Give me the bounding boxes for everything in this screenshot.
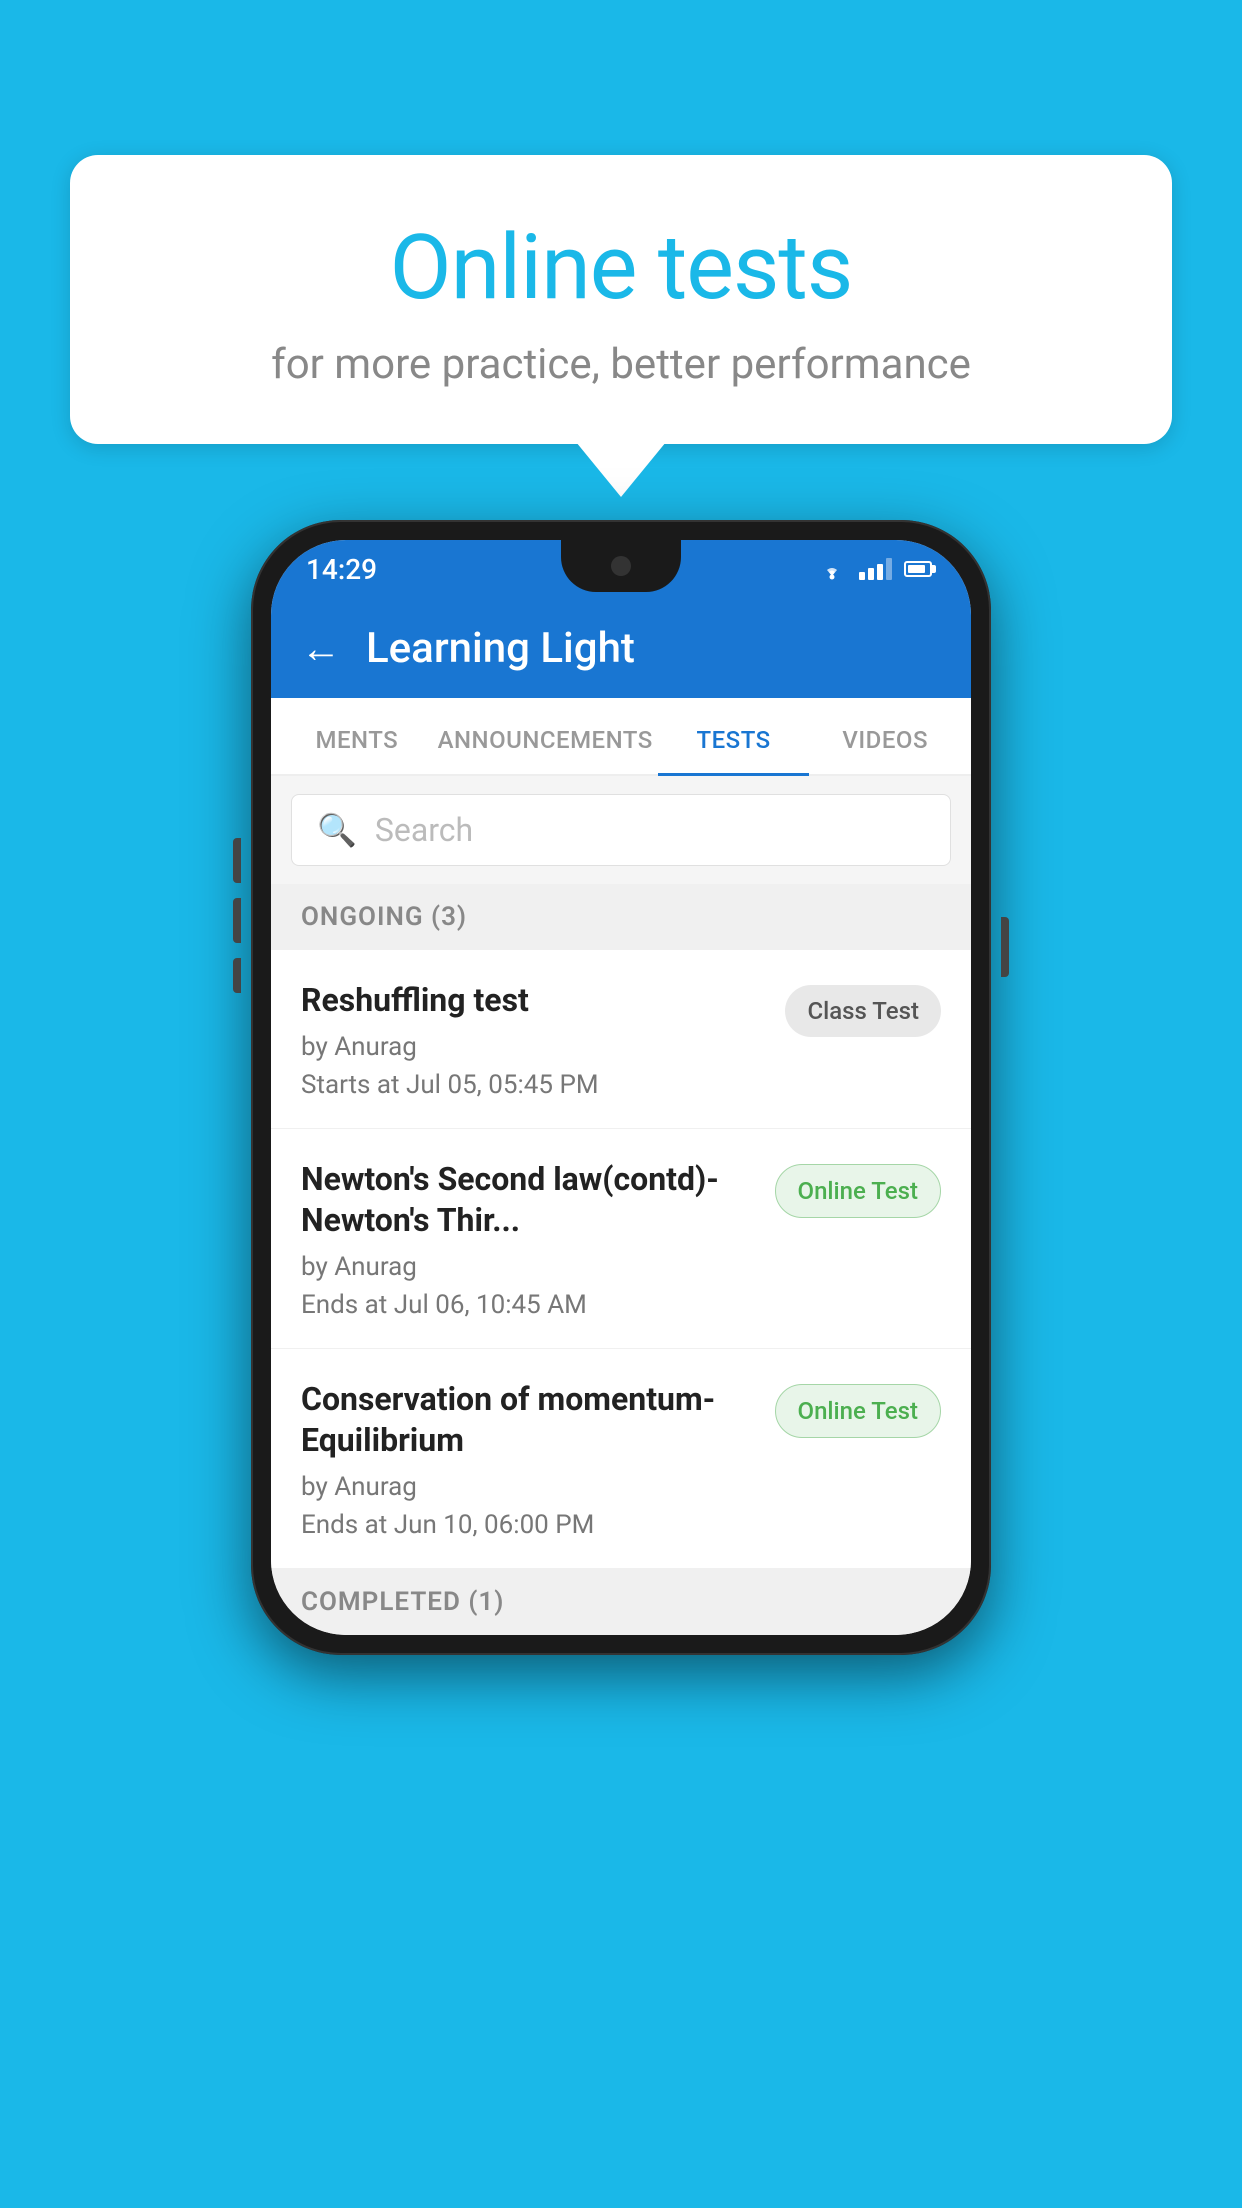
wifi-icon [817,558,847,580]
test-by: by Anurag [301,1032,765,1062]
test-by: by Anurag [301,1472,755,1502]
test-item[interactable]: Newton's Second law(contd)-Newton's Thir… [271,1129,971,1349]
tab-announcements[interactable]: ANNOUNCEMENTS [433,698,658,774]
test-badge: Online Test [775,1164,941,1218]
tab-tests[interactable]: TESTS [658,698,810,774]
volume-down-button[interactable] [233,898,241,943]
bubble-title: Online tests [150,215,1092,320]
battery-icon [904,561,936,577]
phone-wrapper: 14:29 [251,520,991,1655]
status-bar: 14:29 [271,540,971,598]
status-time: 14:29 [306,553,377,586]
test-name: Reshuffling test [301,980,765,1022]
test-content: Conservation of momentum-Equilibrium by … [301,1379,755,1540]
silent-button[interactable] [233,958,241,993]
test-badge: Class Test [785,985,941,1037]
completed-section-header: COMPLETED (1) [271,1569,971,1635]
test-name: Newton's Second law(contd)-Newton's Thir… [301,1159,755,1242]
test-time: Ends at Jul 06, 10:45 AM [301,1290,755,1320]
search-container: 🔍 Search [271,776,971,884]
search-placeholder: Search [375,811,473,849]
bubble-arrow [576,442,666,497]
bubble-subtitle: for more practice, better performance [150,340,1092,389]
speech-bubble-container: Online tests for more practice, better p… [70,155,1172,497]
test-name: Conservation of momentum-Equilibrium [301,1379,755,1462]
search-icon: 🔍 [317,811,357,849]
notch [561,540,681,592]
speech-bubble: Online tests for more practice, better p… [70,155,1172,444]
test-badge: Online Test [775,1384,941,1438]
tab-ments[interactable]: MENTS [281,698,433,774]
ongoing-section-header: ONGOING (3) [271,884,971,950]
status-icons [817,558,936,580]
app-bar: ← Learning Light [271,598,971,698]
test-by: by Anurag [301,1252,755,1282]
volume-up-button[interactable] [233,838,241,883]
tabs-container: MENTS ANNOUNCEMENTS TESTS VIDEOS [271,698,971,776]
power-button[interactable] [1001,917,1009,977]
test-content: Reshuffling test by Anurag Starts at Jul… [301,980,765,1100]
phone-inner: 14:29 [271,540,971,1635]
ongoing-label: ONGOING (3) [301,902,467,932]
left-buttons [233,838,241,1008]
signal-icon [859,558,892,580]
test-item[interactable]: Reshuffling test by Anurag Starts at Jul… [271,950,971,1129]
side-buttons [1001,917,1009,987]
app-bar-title: Learning Light [366,624,635,673]
tab-videos[interactable]: VIDEOS [809,698,961,774]
test-time: Starts at Jul 05, 05:45 PM [301,1070,765,1100]
test-item[interactable]: Conservation of momentum-Equilibrium by … [271,1349,971,1569]
search-bar[interactable]: 🔍 Search [291,794,951,866]
camera-dot [611,556,631,576]
phone-outer: 14:29 [251,520,991,1655]
back-button[interactable]: ← [301,625,341,672]
test-time: Ends at Jun 10, 06:00 PM [301,1510,755,1540]
test-content: Newton's Second law(contd)-Newton's Thir… [301,1159,755,1320]
completed-label: COMPLETED (1) [301,1587,504,1617]
